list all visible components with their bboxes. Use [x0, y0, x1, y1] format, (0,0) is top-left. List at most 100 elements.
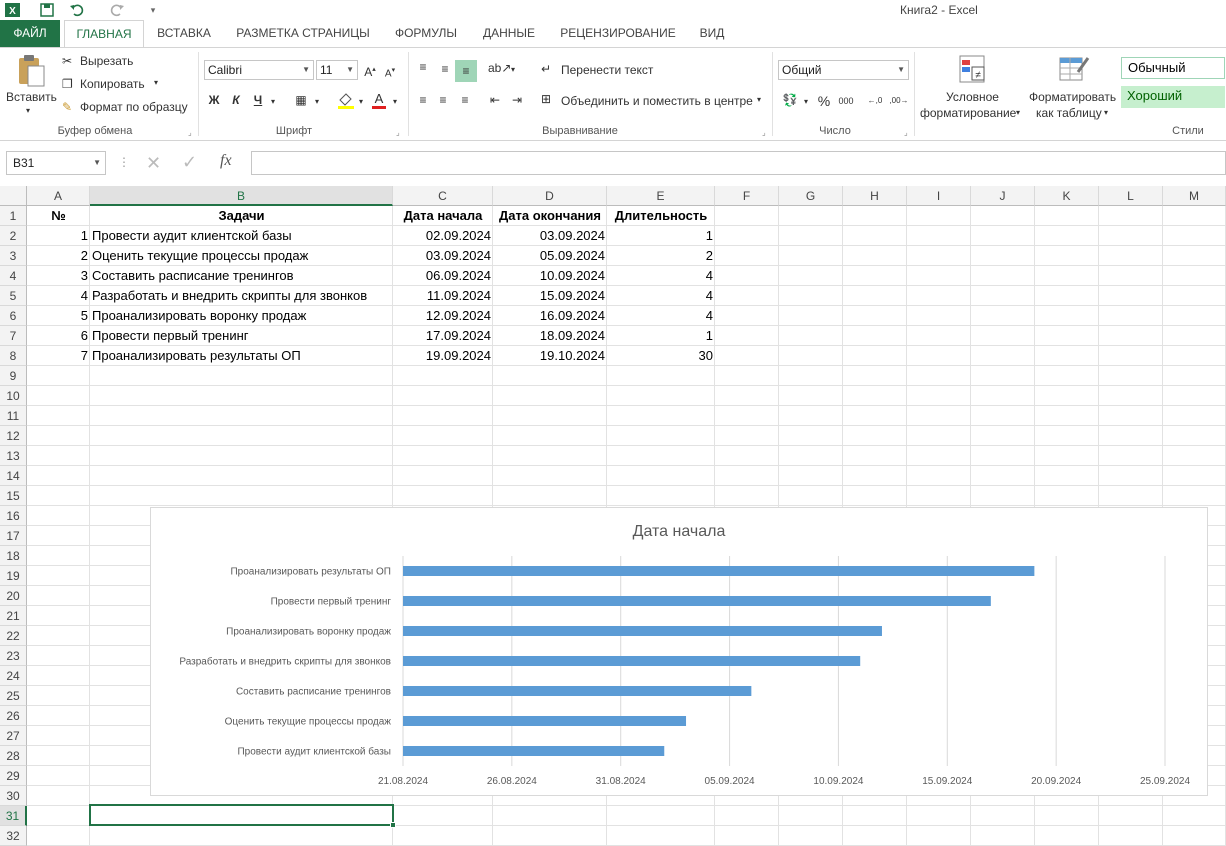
- percent-icon[interactable]: %: [816, 92, 832, 110]
- row-header-9[interactable]: 9: [0, 366, 27, 386]
- row-header-11[interactable]: 11: [0, 406, 27, 426]
- fill-color-dropdown-icon[interactable]: ▾: [356, 93, 366, 111]
- tab-page-layout[interactable]: РАЗМЕТКА СТРАНИЦЫ: [226, 20, 380, 47]
- row-header-6[interactable]: 6: [0, 306, 27, 326]
- align-center-icon[interactable]: ≡: [434, 91, 452, 109]
- save-icon[interactable]: [38, 1, 56, 19]
- column-header-c[interactable]: C: [393, 186, 493, 206]
- dialog-launcher-icon[interactable]: ⌟: [762, 128, 766, 137]
- merge-dropdown-icon[interactable]: ▾: [757, 95, 761, 104]
- column-header-k[interactable]: K: [1035, 186, 1099, 206]
- paste-button[interactable]: Вставить: [6, 90, 57, 104]
- table-cell[interactable]: 1: [607, 326, 715, 346]
- column-header-m[interactable]: M: [1163, 186, 1226, 206]
- table-cell[interactable]: 2: [27, 246, 90, 266]
- align-right-icon[interactable]: ≡: [456, 91, 474, 109]
- currency-icon[interactable]: 💱: [780, 91, 800, 109]
- column-header-j[interactable]: J: [971, 186, 1035, 206]
- row-header-14[interactable]: 14: [0, 466, 27, 486]
- row-header-12[interactable]: 12: [0, 426, 27, 446]
- row-header-19[interactable]: 19: [0, 566, 27, 586]
- row-header-22[interactable]: 22: [0, 626, 27, 646]
- conditional-formatting-label-2[interactable]: форматирование: [920, 106, 1016, 120]
- row-header-28[interactable]: 28: [0, 746, 27, 766]
- table-cell[interactable]: Проанализировать воронку продаж: [90, 306, 393, 326]
- underline-dropdown-icon[interactable]: ▾: [268, 93, 278, 111]
- row-header-24[interactable]: 24: [0, 666, 27, 686]
- select-all-button[interactable]: [0, 186, 27, 206]
- table-cell[interactable]: 19.10.2024: [493, 346, 607, 366]
- row-header-13[interactable]: 13: [0, 446, 27, 466]
- table-cell[interactable]: 02.09.2024: [393, 226, 493, 246]
- thousands-separator-icon[interactable]: 000: [836, 92, 856, 110]
- font-color-dropdown-icon[interactable]: ▾: [390, 93, 400, 111]
- conditional-formatting-dropdown-icon[interactable]: ▾: [1016, 108, 1020, 117]
- increase-decimal-icon[interactable]: ←,0: [864, 92, 886, 110]
- font-color-icon[interactable]: A: [370, 90, 388, 115]
- cut-button[interactable]: Вырезать: [80, 54, 133, 68]
- table-cell[interactable]: 06.09.2024: [393, 266, 493, 286]
- table-cell[interactable]: 30: [607, 346, 715, 366]
- table-cell[interactable]: 4: [607, 286, 715, 306]
- tab-data[interactable]: ДАННЫЕ: [474, 20, 544, 47]
- column-header-g[interactable]: G: [779, 186, 843, 206]
- row-header-17[interactable]: 17: [0, 526, 27, 546]
- font-name-select[interactable]: Calibri ▼: [204, 60, 314, 80]
- column-header-h[interactable]: H: [843, 186, 907, 206]
- row-header-31[interactable]: 31: [0, 806, 27, 826]
- increase-indent-icon[interactable]: ⇥: [508, 91, 526, 109]
- table-cell[interactable]: 3: [27, 266, 90, 286]
- chart[interactable]: Дата начала 21.08.2024 26.08.2024 31.08.202…: [150, 507, 1208, 796]
- number-format-select[interactable]: Общий ▼: [778, 60, 909, 80]
- orientation-dropdown-icon[interactable]: ▾: [508, 61, 518, 79]
- row-header-25[interactable]: 25: [0, 686, 27, 706]
- table-cell[interactable]: Провести первый тренинг: [90, 326, 393, 346]
- format-as-table-label-2[interactable]: как таблицу: [1036, 106, 1102, 120]
- table-cell[interactable]: 7: [27, 346, 90, 366]
- table-cell[interactable]: 2: [607, 246, 715, 266]
- header-cell[interactable]: Задачи: [90, 206, 393, 226]
- borders-icon[interactable]: ▦: [292, 91, 310, 109]
- table-cell[interactable]: 4: [27, 286, 90, 306]
- row-header-2[interactable]: 2: [0, 226, 27, 246]
- row-header-21[interactable]: 21: [0, 606, 27, 626]
- table-cell[interactable]: Провести аудит клиентской базы: [90, 226, 393, 246]
- column-header-f[interactable]: F: [715, 186, 779, 206]
- name-box[interactable]: B31 ▼: [6, 151, 106, 175]
- table-cell[interactable]: 03.09.2024: [393, 246, 493, 266]
- increase-font-icon[interactable]: A▴: [362, 61, 378, 81]
- table-cell[interactable]: 5: [27, 306, 90, 326]
- borders-dropdown-icon[interactable]: ▾: [312, 93, 322, 111]
- bold-button[interactable]: Ж: [206, 91, 222, 109]
- wrap-text-button[interactable]: Перенести текст: [561, 63, 653, 77]
- formula-input[interactable]: [251, 151, 1226, 175]
- currency-dropdown-icon[interactable]: ▾: [802, 93, 810, 111]
- row-header-4[interactable]: 4: [0, 266, 27, 286]
- cancel-icon[interactable]: ✕: [146, 153, 161, 174]
- fill-handle[interactable]: [390, 822, 396, 828]
- table-cell[interactable]: 11.09.2024: [393, 286, 493, 306]
- copy-dropdown-icon[interactable]: ▾: [154, 78, 158, 87]
- style-good[interactable]: Хороший: [1121, 86, 1225, 108]
- fill-color-icon[interactable]: [336, 90, 356, 115]
- row-header-16[interactable]: 16: [0, 506, 27, 526]
- dialog-launcher-icon[interactable]: ⌟: [396, 128, 400, 137]
- row-header-3[interactable]: 3: [0, 246, 27, 266]
- column-header-i[interactable]: I: [907, 186, 971, 206]
- enter-icon[interactable]: ✓: [182, 152, 197, 173]
- row-header-8[interactable]: 8: [0, 346, 27, 366]
- row-header-23[interactable]: 23: [0, 646, 27, 666]
- row-header-27[interactable]: 27: [0, 726, 27, 746]
- row-header-20[interactable]: 20: [0, 586, 27, 606]
- table-cell[interactable]: 16.09.2024: [493, 306, 607, 326]
- dialog-launcher-icon[interactable]: ⌟: [188, 128, 192, 137]
- row-header-7[interactable]: 7: [0, 326, 27, 346]
- font-size-select[interactable]: 11 ▼: [316, 60, 358, 80]
- row-header-15[interactable]: 15: [0, 486, 27, 506]
- header-cell[interactable]: Дата начала: [393, 206, 493, 226]
- row-header-10[interactable]: 10: [0, 386, 27, 406]
- selected-cell[interactable]: [89, 804, 396, 828]
- format-as-table-dropdown-icon[interactable]: ▾: [1104, 108, 1108, 117]
- table-cell[interactable]: 1: [607, 226, 715, 246]
- paste-icon[interactable]: [14, 54, 48, 88]
